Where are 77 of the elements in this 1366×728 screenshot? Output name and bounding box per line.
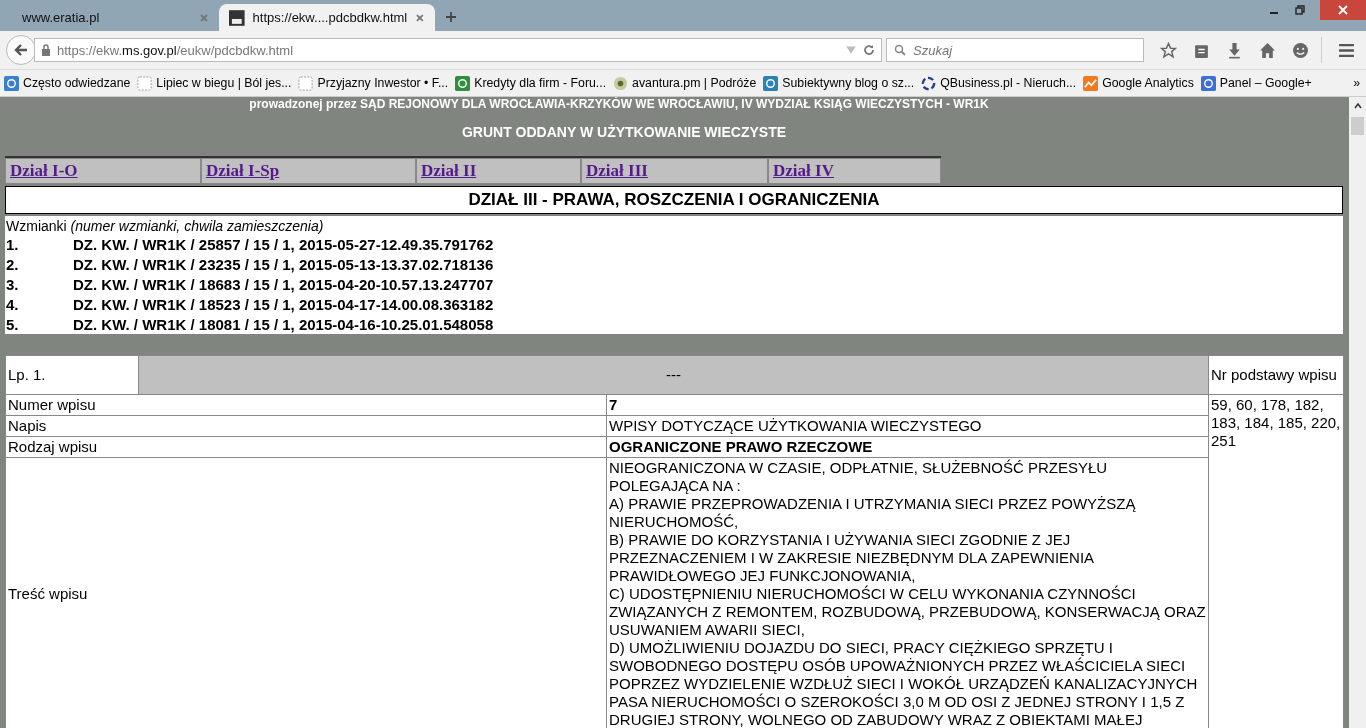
section-link[interactable]: Dział I-Sp bbox=[201, 158, 416, 184]
table-cell: WPISY DOTYCZĄCE UŻYTKOWANIA WIECZYSTEGO bbox=[606, 415, 1209, 437]
mention-number: 5. bbox=[6, 315, 20, 335]
register-subtitle: GRUNT ODDANY W UŻYTKOWANIE WIECZYSTE bbox=[460, 124, 788, 140]
mention-text: DZ. KW. / WR1K / 18683 / 15 / 1, 2015-04-20-10.57.13.247707 bbox=[73, 275, 494, 295]
bookmark-item[interactable]: avantura.pm | Podróże bbox=[613, 75, 757, 91]
bookmark-item[interactable]: Subiektywny blog o sz... bbox=[763, 75, 915, 91]
mention-text: DZ. KW. / WR1K / 18081 / 15 / 1, 2015-04-16-10.25.01.548058 bbox=[73, 315, 494, 335]
entry-text: A) PRAWIE PRZEPROWADZENIA I UTRZYMANIA SIECI PRZEZ POWYŻSZĄ NIERUCHOMOŚĆ, bbox=[609, 495, 1137, 531]
home-icon[interactable] bbox=[1259, 41, 1276, 59]
table-cell: Rodzaj wpisu bbox=[5, 436, 607, 458]
table-cell: 59, 60, 178, 182, 183, 184, 185, 220, 251 bbox=[1208, 394, 1344, 728]
scroll-thumb[interactable] bbox=[1351, 117, 1364, 135]
bookmark-icon bbox=[921, 75, 937, 91]
scroll-up-icon[interactable] bbox=[1352, 101, 1363, 111]
table-cell: Nr podstawy wpisu bbox=[1208, 355, 1344, 395]
entry-text: NIEOGRANICZONA W CZASIE, ODPŁATNIE, SŁUŻEBNOŚĆ PRZESYŁU POLEGAJĄCA NA : bbox=[609, 459, 1109, 495]
mention-number: 3. bbox=[6, 275, 20, 295]
table-cell: Lp. 1. bbox=[5, 355, 139, 395]
more-bookmarks[interactable]: » bbox=[1353, 76, 1360, 90]
restore-icon[interactable] bbox=[1294, 4, 1306, 16]
close-window-button[interactable] bbox=[1320, 0, 1366, 20]
bookmark-icon bbox=[137, 75, 153, 91]
bookmark-icon bbox=[4, 75, 19, 91]
site-icon bbox=[229, 9, 245, 26]
browser-tab[interactable]: https://ekw....pdcbdkw.html bbox=[219, 4, 435, 31]
scrollbar[interactable] bbox=[1349, 97, 1366, 728]
lock-icon bbox=[41, 44, 51, 56]
court-line: prowadzonej przez SĄD REJONOWY DLA WROCŁAWIA-KRZYKÓW WE WROCŁAWIU, IV WYDZIAŁ KSIĄG WIECZYSTYCH - WR1K bbox=[248, 97, 990, 111]
table-cell: --- bbox=[138, 355, 1209, 395]
close-icon[interactable] bbox=[415, 12, 425, 23]
star-icon[interactable] bbox=[1160, 41, 1177, 59]
mention-number: 2. bbox=[6, 255, 20, 275]
entry-text: B) PRAWIE DO KORZYSTANIA I UŻYWANIA SIECI ZGODNIE Z JEJ PRZEZNACZENIEM I W ZAKRESIE NIEZBĘDNYM DLA ZAPEWNIENIA PRAWIDŁOWEGO JEJ FUNKCJONOWANIA, bbox=[609, 531, 1095, 585]
mention-text: DZ. KW. / WR1K / 23235 / 15 / 1, 2015-05-13-13.37.02.718136 bbox=[73, 255, 494, 275]
bookmark-item[interactable]: Przyjazny Inwestor • F... bbox=[298, 75, 449, 91]
bookmark-icon bbox=[763, 75, 779, 91]
table-cell: 7 bbox=[606, 394, 1209, 416]
back-arrow-icon bbox=[13, 42, 29, 58]
bookmark-icon bbox=[1083, 75, 1099, 91]
close-icon bbox=[1337, 4, 1349, 16]
bookmark-item[interactable]: QBusiness.pl - Nieruch... bbox=[921, 75, 1077, 91]
bookmark-item[interactable]: Kredyty dla firm - Foru... bbox=[455, 75, 607, 91]
table-cell: Numer wpisu bbox=[5, 394, 607, 416]
entry-text: C) UDOSTĘPNIENIU NIERUCHOMOŚCI W CELU WYKONANIA CZYNNOŚCI ZWIĄZANYCH Z REMONTEM, ROZBUDOWĄ, PRZEBUDOWĄ, KONSERWACJĄ ORAZ USUWANIEM AWARII SIECI, bbox=[609, 585, 1206, 639]
bookmark-icon bbox=[455, 75, 471, 91]
bookmark-icon bbox=[1200, 75, 1216, 91]
section-link[interactable]: Dział II bbox=[416, 158, 581, 184]
bookmark-icon bbox=[298, 75, 314, 91]
section-link[interactable]: Dział IV bbox=[768, 158, 941, 184]
mentions-heading: Wzmianki (numer wzmianki, chwila zamieszczenia) bbox=[6, 218, 325, 234]
bookmark-item[interactable]: Często odwiedzane bbox=[4, 75, 131, 91]
bookmark-item[interactable]: Lipiec w biegu | Ból jes... bbox=[137, 75, 292, 91]
search-field[interactable]: Szukaj bbox=[886, 38, 1144, 62]
url-text: https://ekw.ms.gov.pl/eukw/pdcbdkw.html bbox=[57, 42, 295, 58]
table-cell: Treść wpisu bbox=[5, 457, 607, 728]
mention-text: DZ. KW. / WR1K / 18523 / 15 / 1, 2015-04-17-14.00.08.363182 bbox=[73, 295, 494, 315]
address-bar[interactable]: https://ekw.ms.gov.pl/eukw/pdcbdkw.html bbox=[34, 38, 882, 62]
mention-number: 4. bbox=[6, 295, 20, 315]
section-title: DZIAŁ III - PRAWA, ROSZCZENIA I OGRANICZENIA bbox=[5, 186, 1343, 214]
section-link[interactable]: Dział III bbox=[581, 158, 768, 184]
smiley-icon[interactable] bbox=[1292, 41, 1309, 59]
mention-number: 1. bbox=[6, 235, 20, 255]
entry-text: D) UMOŻLIWIENIU DOJAZDU DO SIECI, PRACY CIĘŻKIEGO SPRZĘTU I SWOBODNEGO DOSTĘPU OSÓB UPOWAŻNIONYCH PRZEZ WŁAŚCICIELA SIECI POPRZEZ WYDZIELENIE WZDŁUŻ SIECI I WOKÓŁ URZĄDZEŃ KANALIZACYJNYCH PASA NIERUCHOMOŚCI O SZEROKOŚCI 3,0 M OD OSI Z JEDNEJ STRONY I 1,5 Z DRUGIEJ STRONY, WOLNEGO OD ZABUDOWY WRAZ Z OBIEKTAMI MAŁEJ bbox=[609, 639, 1199, 728]
new-tab-icon[interactable] bbox=[445, 11, 457, 23]
bookmark-item[interactable]: Google Analytics bbox=[1083, 75, 1194, 91]
download-icon[interactable] bbox=[1226, 41, 1243, 59]
menu-icon[interactable] bbox=[1338, 41, 1355, 59]
mention-text: DZ. KW. / WR1K / 25857 / 15 / 1, 2015-05-27-12.49.35.791762 bbox=[73, 235, 494, 255]
table-cell: Napis bbox=[5, 415, 607, 437]
reload-icon[interactable] bbox=[863, 44, 875, 56]
section-link[interactable]: Dział I-O bbox=[5, 158, 201, 184]
search-icon bbox=[894, 44, 906, 56]
bookmark-icon bbox=[613, 75, 629, 91]
browser-tab[interactable]: www.eratia.pl bbox=[4, 4, 219, 31]
back-button[interactable] bbox=[6, 35, 36, 65]
bookmark-item[interactable]: Panel – Google+ bbox=[1200, 75, 1312, 91]
